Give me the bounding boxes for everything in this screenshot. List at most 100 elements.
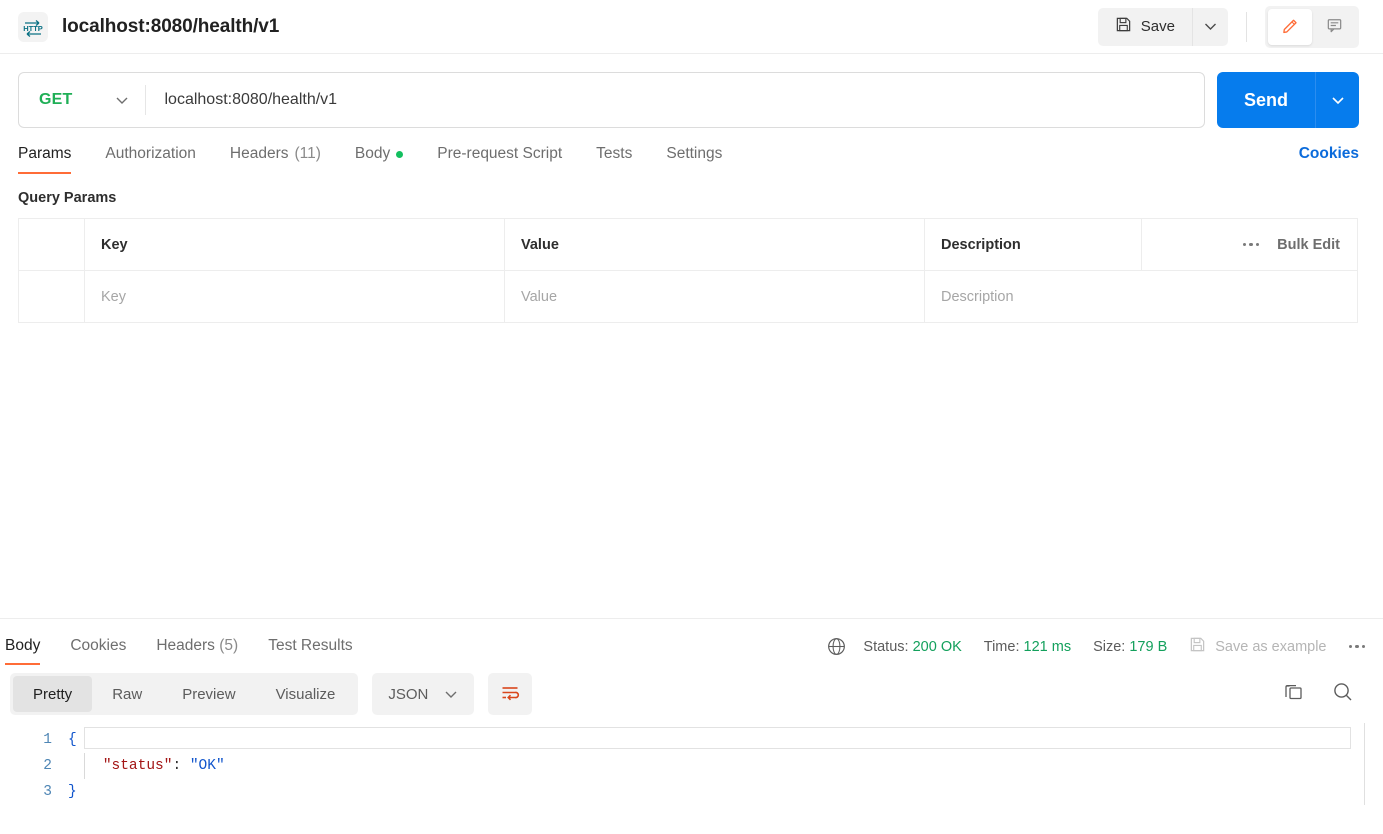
query-params-title: Query Params xyxy=(18,190,117,206)
tab-headers-label: Headers xyxy=(229,145,289,162)
request-tab-bar: Params Authorization Headers (11) Body P… xyxy=(0,128,1383,174)
row-value-input[interactable]: Value xyxy=(504,270,925,323)
language-selector[interactable]: JSON xyxy=(372,673,475,715)
row-checkbox-cell[interactable] xyxy=(18,270,85,323)
chevron-down-icon xyxy=(115,96,129,105)
response-tab-body-label: Body xyxy=(5,637,41,654)
language-label: JSON xyxy=(388,685,429,703)
request-title: localhost:8080/health/v1 xyxy=(62,15,280,37)
column-header-checkbox xyxy=(18,218,85,271)
json-string-value: "OK" xyxy=(189,758,225,774)
time-indicator: Time: 121 ms xyxy=(984,639,1071,655)
query-params-table: Key Value Description Bulk Edit Key Valu… xyxy=(18,218,1358,323)
edit-request-button[interactable] xyxy=(1268,8,1312,45)
response-body-actions xyxy=(1283,680,1365,709)
column-header-value: Value xyxy=(504,218,925,271)
line-number: 3 xyxy=(43,784,52,800)
response-tab-test-results[interactable]: Test Results xyxy=(268,637,352,665)
time-value: 121 ms xyxy=(1023,638,1072,655)
tab-params-label: Params xyxy=(18,145,72,162)
size-value: 179 B xyxy=(1129,638,1168,655)
status-indicator: Status: 200 OK xyxy=(863,639,961,655)
code-fold-guide xyxy=(84,753,85,779)
chevron-down-icon xyxy=(444,686,458,703)
chevron-down-icon xyxy=(1331,93,1345,108)
tab-settings[interactable]: Settings xyxy=(666,145,722,174)
format-tab-pretty[interactable]: Pretty xyxy=(13,676,93,712)
save-as-example-button[interactable]: Save as example xyxy=(1189,636,1327,657)
tab-pre-request-script[interactable]: Pre-request Script xyxy=(437,145,562,174)
comment-icon xyxy=(1325,16,1344,38)
save-button[interactable]: Save xyxy=(1097,7,1192,46)
http-protocol-icon: HTTP xyxy=(18,11,48,42)
column-header-description: Description xyxy=(924,218,1142,271)
row-description-input[interactable]: Description xyxy=(924,270,1358,323)
tab-headers[interactable]: Headers (11) xyxy=(230,145,321,174)
tab-headers-count: (11) xyxy=(294,145,321,162)
line-number: 1 xyxy=(43,732,52,748)
copy-icon[interactable] xyxy=(1283,681,1305,708)
response-tab-cookies-label: Cookies xyxy=(70,637,127,654)
tab-params[interactable]: Params xyxy=(18,145,72,174)
response-format-bar: Pretty Raw Preview Visualize JSON xyxy=(0,665,1383,723)
bulk-edit-header-cell: Bulk Edit xyxy=(1140,218,1358,271)
response-body-code[interactable]: 1 { 2 "status": "OK" 3 } xyxy=(0,723,1383,805)
format-tab-preview[interactable]: Preview xyxy=(162,676,255,712)
toolbar-divider xyxy=(1246,11,1247,42)
tab-body-label: Body xyxy=(354,145,391,162)
search-icon[interactable] xyxy=(1331,680,1355,709)
response-tab-headers-count: (5) xyxy=(219,637,239,654)
code-line: 2 "status": "OK" xyxy=(0,753,1383,779)
format-segmented-control: Pretty Raw Preview Visualize xyxy=(10,673,359,715)
send-button-group: Send xyxy=(1216,72,1359,128)
top-bar: HTTP localhost:8080/health/v1 Save xyxy=(0,0,1383,54)
svg-text:HTTP: HTTP xyxy=(23,24,43,33)
tab-pre-request-script-label: Pre-request Script xyxy=(437,145,563,162)
format-tab-visualize[interactable]: Visualize xyxy=(256,676,356,712)
response-more-options-icon[interactable] xyxy=(1348,644,1365,649)
response-tab-body[interactable]: Body xyxy=(5,637,41,665)
send-options-dropdown[interactable] xyxy=(1315,72,1359,128)
response-pane: Body Cookies Headers (5) Test Results St… xyxy=(0,618,1383,834)
size-label: Size: xyxy=(1093,638,1126,655)
time-label: Time: xyxy=(983,638,1020,655)
url-bar: GET localhost:8080/health/v1 Send xyxy=(0,54,1383,128)
tab-tests[interactable]: Tests xyxy=(596,145,632,174)
save-button-label: Save xyxy=(1140,18,1175,35)
line-number: 2 xyxy=(43,758,52,774)
pencil-icon xyxy=(1281,16,1300,38)
tab-settings-label: Settings xyxy=(666,145,723,162)
tab-tests-label: Tests xyxy=(596,145,633,162)
table-row: Key Value Description xyxy=(18,270,1358,323)
view-toggle-group xyxy=(1265,5,1359,48)
active-line-highlight xyxy=(84,727,1351,749)
tab-authorization[interactable]: Authorization xyxy=(105,145,195,174)
bulk-edit-button[interactable]: Bulk Edit xyxy=(1277,237,1340,253)
code-line-text: } xyxy=(68,784,77,800)
response-tab-cookies[interactable]: Cookies xyxy=(70,637,126,665)
table-header-row: Key Value Description Bulk Edit xyxy=(18,218,1358,271)
code-line-text: { xyxy=(68,732,77,748)
code-line-text: "status": "OK" xyxy=(68,753,225,779)
save-as-example-label: Save as example xyxy=(1215,638,1327,655)
save-options-dropdown[interactable] xyxy=(1192,7,1228,46)
response-tab-headers[interactable]: Headers (5) xyxy=(156,637,238,665)
response-tab-test-results-label: Test Results xyxy=(268,637,353,654)
word-wrap-toggle[interactable] xyxy=(488,673,533,715)
ellipsis-icon[interactable] xyxy=(1242,242,1260,247)
format-tab-raw[interactable]: Raw xyxy=(92,676,162,712)
cookies-link[interactable]: Cookies xyxy=(1299,145,1359,174)
chevron-down-icon xyxy=(1204,19,1217,34)
send-button[interactable]: Send xyxy=(1216,72,1315,128)
save-button-group: Save xyxy=(1097,7,1228,46)
floppy-icon xyxy=(1189,636,1206,657)
method-selector[interactable]: GET xyxy=(19,73,145,127)
comments-button[interactable] xyxy=(1312,9,1356,45)
floppy-icon xyxy=(1115,16,1132,37)
url-input[interactable]: localhost:8080/health/v1 xyxy=(146,91,338,109)
response-tab-bar: Body Cookies Headers (5) Test Results St… xyxy=(0,619,1383,665)
tab-body[interactable]: Body xyxy=(354,145,404,174)
row-key-input[interactable]: Key xyxy=(84,270,505,323)
code-line: 3 } xyxy=(0,779,1383,805)
